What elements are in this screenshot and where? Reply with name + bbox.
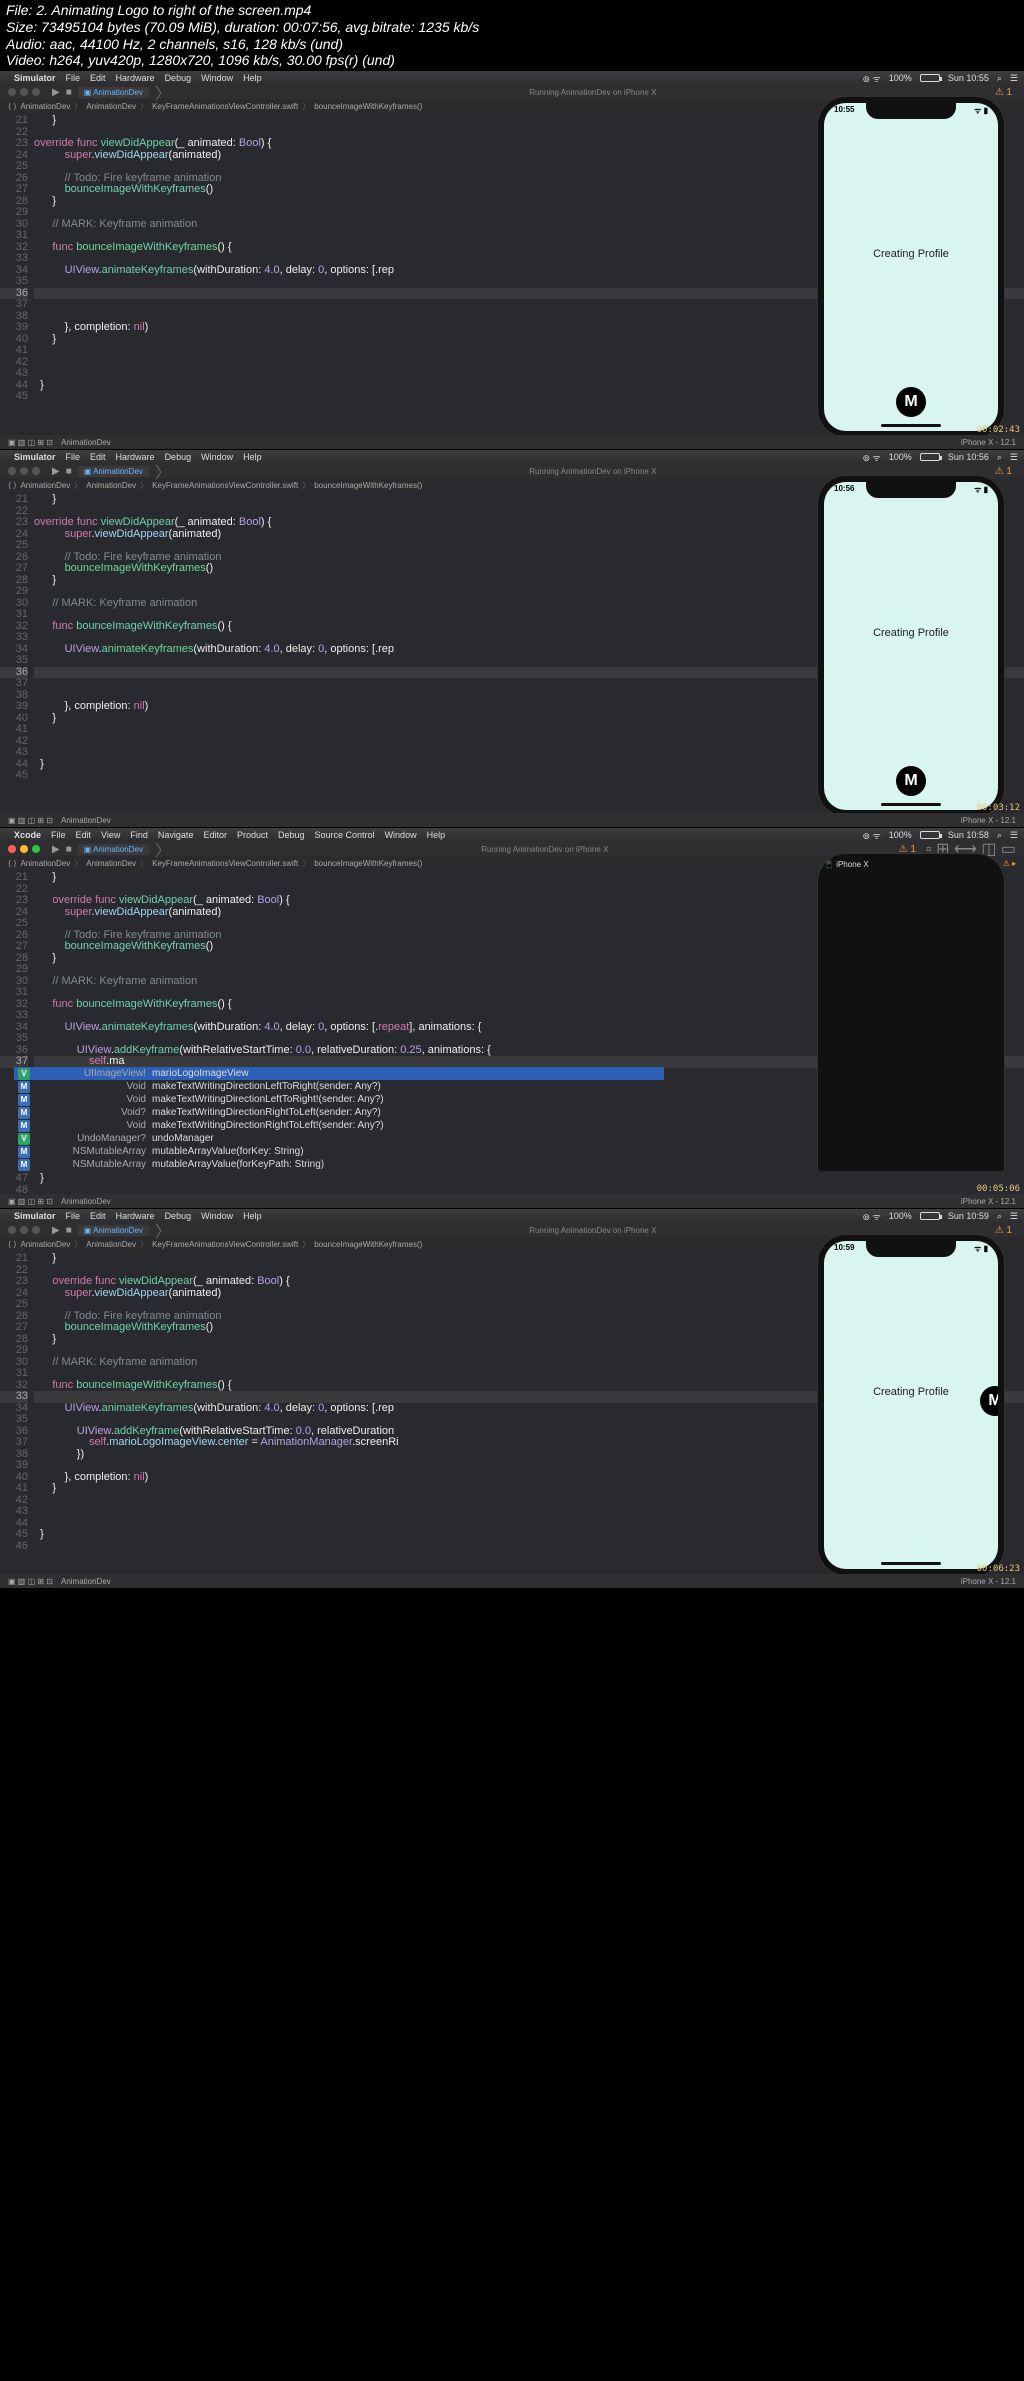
- video-info: File: 2. Animating Logo to right of the …: [0, 0, 1024, 71]
- timecode: 00:02:43: [977, 425, 1020, 435]
- frame-2: Simulator File Edit Hardware Debug Windo…: [0, 449, 1024, 827]
- scheme[interactable]: ▣ AnimationDev: [78, 87, 149, 98]
- autocomplete-item[interactable]: MVoidmakeTextWritingDirectionRightToLeft…: [14, 1119, 664, 1132]
- menu-icon[interactable]: ☰: [1010, 73, 1018, 84]
- frame-4: Simulator File Edit Hardware Debug Windo…: [0, 1208, 1024, 1588]
- frame-1: Simulator File Edit Hardware Debug Windo…: [0, 71, 1024, 449]
- autocomplete-item[interactable]: MVoidmakeTextWritingDirectionLeftToRight…: [14, 1080, 664, 1093]
- warning-icon[interactable]: ⚠ ▸: [1003, 859, 1016, 868]
- wifi-icon[interactable]: ⊚ ᯤ: [863, 72, 881, 85]
- search-icon[interactable]: ⌕: [997, 73, 1002, 84]
- mario-logo: M: [896, 766, 926, 796]
- simulator-phone[interactable]: 10:55ᯤ ▮ Creating Profile M: [818, 97, 1004, 437]
- app-name[interactable]: Simulator: [14, 73, 56, 83]
- menubar[interactable]: Simulator File Edit Hardware Debug Windo…: [0, 450, 1024, 464]
- autocomplete-item[interactable]: VUndoManager?undoManager: [14, 1132, 664, 1145]
- battery-icon: [920, 74, 940, 82]
- menubar[interactable]: Simulator File Edit Hardware Debug Windo…: [0, 71, 1024, 85]
- frame-3: Xcode File Edit View Find Navigate Edito…: [0, 827, 1024, 1208]
- autocomplete-item[interactable]: MNSMutableArraymutableArrayValue(forKey:…: [14, 1145, 664, 1158]
- mario-logo: M: [896, 387, 926, 417]
- autocomplete-item[interactable]: MVoid?makeTextWritingDirectionRightToLef…: [14, 1106, 664, 1119]
- menubar[interactable]: Simulator File Edit Hardware Debug Windo…: [0, 1209, 1024, 1223]
- simulator-phone[interactable]: 10:59ᯤ ▮ Creating Profile M: [818, 1235, 1004, 1575]
- autocomplete-popup[interactable]: VUIImageView!marioLogoImageViewMVoidmake…: [14, 1067, 664, 1171]
- autocomplete-item[interactable]: MNSMutableArraymutableArrayValue(forKeyP…: [14, 1158, 664, 1171]
- home-indicator[interactable]: [881, 424, 941, 427]
- bottom-bar: ▣ ▥ ◫ ⊞ ⊡ AnimationDev iPhone X - 12.1: [0, 435, 1024, 449]
- autocomplete-item[interactable]: MVoidmakeTextWritingDirectionLeftToRight…: [14, 1093, 664, 1106]
- simulator-phone[interactable]: 10:56ᯤ ▮ Creating Profile M: [818, 476, 1004, 816]
- stop-button[interactable]: ■: [66, 87, 72, 98]
- autocomplete-item[interactable]: VUIImageView!marioLogoImageView: [14, 1067, 664, 1080]
- warning-icon[interactable]: ⚠ 1: [995, 87, 1012, 98]
- menubar[interactable]: Xcode File Edit View Find Navigate Edito…: [0, 828, 1024, 842]
- run-button[interactable]: ▶: [52, 87, 60, 98]
